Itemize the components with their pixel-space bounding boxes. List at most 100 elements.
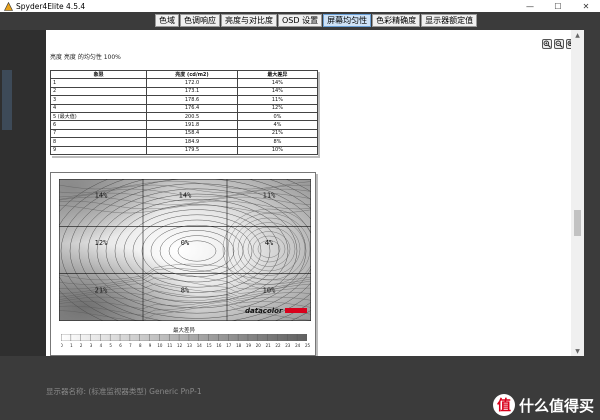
legend-tick-label: 25 <box>305 343 311 348</box>
quadrant-label: 11% <box>263 192 276 200</box>
quadrant-label: 12% <box>95 239 108 247</box>
legend-tick-label: 15 <box>207 343 213 348</box>
minimize-button[interactable]: — <box>516 0 544 12</box>
quadrant-label: 21% <box>95 286 108 294</box>
left-panel <box>0 30 46 356</box>
scroll-down-icon[interactable]: ▼ <box>571 346 584 356</box>
legend-tick-label: 0 <box>61 343 63 348</box>
table-cell: 21% <box>236 128 319 139</box>
legend-title: 最大差异 <box>172 328 195 334</box>
tab-2[interactable]: 亮度与对比度 <box>221 14 277 27</box>
legend-tick-labels: 0 1 2 3 4 5 6 7 8 9 10 11 12 13 14 15 16 17 18 19 20 21 22 23 24… <box>61 343 311 348</box>
zoom-in-icon[interactable] <box>542 39 552 49</box>
tab-bar: 色域 色调响应 亮度与对比度 OSD 设置 屏幕均匀性 色彩精确度 显示器额定值 <box>0 12 600 30</box>
legend-tick-label: 22 <box>275 343 281 348</box>
legend-tick-label: 10 <box>157 343 163 348</box>
table-row: 9 179.5 10% <box>49 145 319 155</box>
brand-label: datacolor <box>245 307 283 315</box>
table-cell: 8% <box>236 137 319 147</box>
legend-tick-label: 13 <box>187 343 193 348</box>
table-cell: 14% <box>236 86 319 97</box>
watermark: 值 什么值得买 <box>492 392 594 418</box>
table-cell: 0% <box>236 111 319 122</box>
table-row: 2 173.1 14% <box>49 86 319 97</box>
quadrant-label: 4% <box>265 239 274 247</box>
watermark-logo-icon: 值 <box>492 394 515 416</box>
table-cell: 158.4 <box>146 128 238 139</box>
table-header-row: 象限 亮度 (cd/m2) 最大差异 <box>49 69 319 80</box>
left-panel-decoration <box>2 70 12 130</box>
table-cell: 11% <box>236 95 319 105</box>
window-title: Spyder4Elite 4.5.4 <box>16 1 86 11</box>
table-cell: 7 <box>49 128 148 139</box>
table-cell: 184.9 <box>146 137 238 147</box>
table-cell: 9 <box>49 145 148 155</box>
uniformity-map-panel: 14% 14% 11% 12% 0% 4% 21% 8% 10% datacolor 最大差异 … <box>50 172 316 356</box>
table-cell: 2 <box>49 86 148 97</box>
table-cell: 4% <box>236 120 319 130</box>
legend-tick-label: 4 <box>100 343 103 348</box>
table-cell: 176.4 <box>146 103 238 113</box>
title-bar: Spyder4Elite 4.5.4 — ☐ ✕ <box>0 0 600 12</box>
legend-tick-label: 8 <box>139 343 142 348</box>
scroll-thumb[interactable] <box>574 210 581 236</box>
uniformity-contour-map: 14% 14% 11% 12% 0% 4% 21% 8% 10% datacolor <box>59 179 311 321</box>
scroll-up-icon[interactable]: ▲ <box>571 30 584 40</box>
table-row: 1 172.0 14% <box>49 78 319 88</box>
quadrant-label: 8% <box>181 286 190 294</box>
app-window: Spyder4Elite 4.5.4 — ☐ ✕ 色域 色调响应 亮度与对比度 OSD… <box>0 0 600 420</box>
tabs: 色域 色调响应 亮度与对比度 OSD 设置 屏幕均匀性 色彩精确度 显示器额定值 <box>155 14 478 27</box>
table-row: 4 176.4 12% <box>49 103 319 113</box>
maximize-button[interactable]: ☐ <box>544 0 572 12</box>
table-row: 7 158.4 21% <box>49 128 319 139</box>
legend-tick-label: 14 <box>197 343 203 348</box>
legend-tick-label: 2 <box>80 343 83 348</box>
table-cell: 179.5 <box>146 145 238 155</box>
tab-3[interactable]: OSD 设置 <box>278 14 323 27</box>
tab-4[interactable]: 屏幕均匀性 <box>323 14 372 27</box>
table-cell: 3 <box>49 95 148 105</box>
quadrant-label: 14% <box>179 192 192 200</box>
table-cell: 191.8 <box>146 120 238 130</box>
legend-tick-label: 3 <box>90 343 93 348</box>
legend-tick-label: 18 <box>236 343 242 348</box>
legend-tick-label: 7 <box>129 343 132 348</box>
table-row: 5 (最大值) 200.5 0% <box>49 111 319 122</box>
vertical-scrollbar[interactable]: ▲ ▼ <box>571 30 584 356</box>
table-cell: 200.5 <box>146 111 238 122</box>
table-header-cell: 最大差异 <box>236 69 319 80</box>
table-cell: 4 <box>49 103 148 113</box>
table-row: 6 191.8 4% <box>49 120 319 130</box>
legend-gradient-bar <box>61 334 307 341</box>
table-cell: 172.0 <box>146 78 238 88</box>
tab-6[interactable]: 显示器额定值 <box>421 14 478 27</box>
close-button[interactable]: ✕ <box>572 0 600 12</box>
table-cell: 10% <box>236 145 319 155</box>
window-controls: — ☐ ✕ <box>516 0 600 12</box>
tab-0[interactable]: 色域 <box>155 14 179 27</box>
legend-tick-label: 17 <box>226 343 232 348</box>
legend-tick-label: 11 <box>167 343 173 348</box>
table-cell: 14% <box>236 78 319 88</box>
quadrant-label: 0% <box>181 239 190 247</box>
watermark-text: 什么值得买 <box>518 396 594 415</box>
table-header-cell: 象限 <box>49 69 148 80</box>
legend-tick-label: 16 <box>216 343 222 348</box>
zoom-out-icon[interactable] <box>554 39 564 49</box>
table-row: 3 178.6 11% <box>49 95 319 105</box>
app-logo-icon <box>3 1 13 11</box>
report-panel: 亮度 亮度 的均匀性 100% 象限 亮度 (cd/m2) 最大差异 1 172.0 1… <box>46 30 584 356</box>
tab-5[interactable]: 色彩精确度 <box>372 14 421 27</box>
table-cell: 6 <box>49 120 148 130</box>
watermark-logo-glyph: 值 <box>496 398 511 414</box>
tab-1[interactable]: 色调响应 <box>180 14 220 27</box>
legend-tick-label: 21 <box>266 343 272 348</box>
legend-tick-label: 23 <box>285 343 291 348</box>
brand-bar <box>285 308 307 313</box>
legend-tick-label: 9 <box>149 343 152 348</box>
quadrant-label: 10% <box>263 286 276 294</box>
measurement-table: 象限 亮度 (cd/m2) 最大差异 1 172.0 14% 2 173.1 14% 3 178.… <box>49 69 319 156</box>
table-header-cell: 亮度 (cd/m2) <box>146 69 238 80</box>
legend-tick-label: 12 <box>177 343 183 348</box>
report-title: 亮度 亮度 的均匀性 100% <box>50 54 121 61</box>
